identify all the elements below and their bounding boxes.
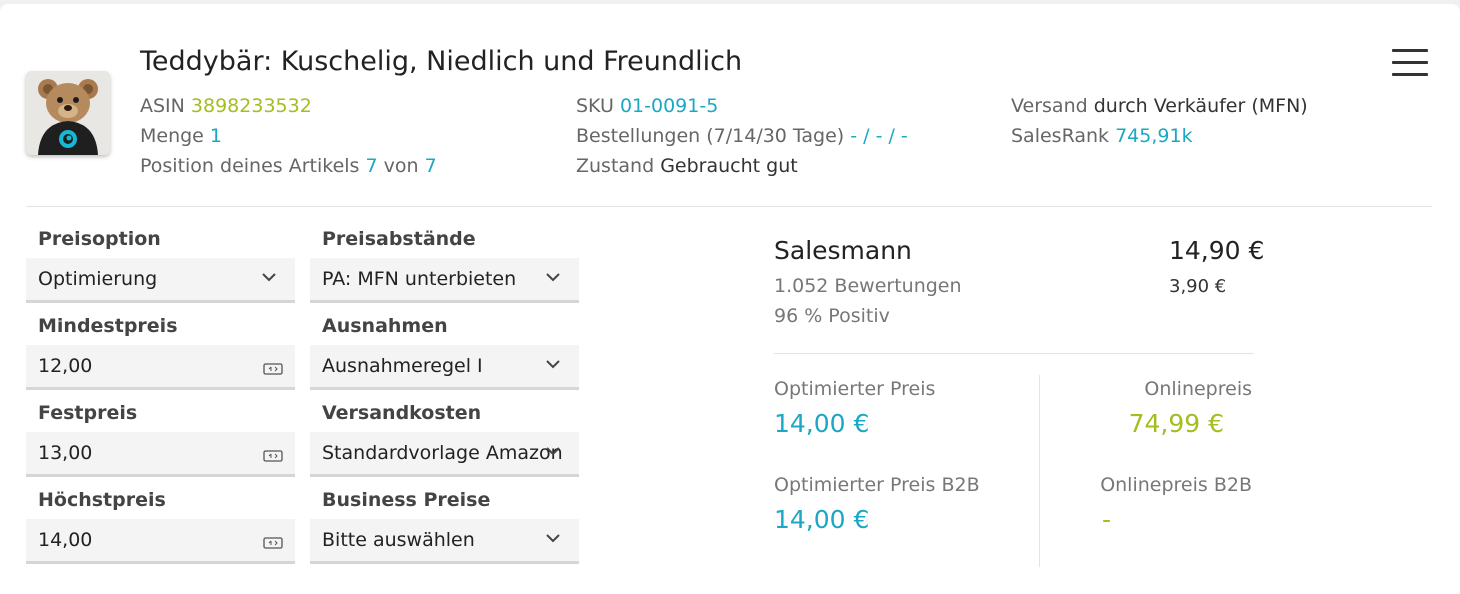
preisabstaende-value: PA: MFN unterbieten [322, 268, 517, 290]
online-price-value: 74,99 € [1128, 409, 1224, 438]
ausnahmen-value: Ausnahmeregel I [322, 355, 483, 377]
condition-value: Gebraucht gut [660, 155, 798, 177]
salesrank-line: SalesRank 745,91k [1011, 125, 1193, 147]
header-divider [26, 206, 1432, 207]
seller-price: 14,90 € [1169, 236, 1265, 265]
shipping-label: Versand [1011, 95, 1088, 117]
business-value: Bitte auswählen [322, 529, 475, 551]
sku-value: 01-0091-5 [619, 95, 719, 117]
chevron-down-icon [546, 534, 560, 543]
position-value: 7 [365, 155, 378, 177]
optimized-price-label: Optimierter Preis [774, 378, 936, 400]
versandkosten-value: Standardvorlage Amazon [322, 442, 563, 464]
asin-label: ASIN [140, 95, 185, 117]
hoechstpreis-input[interactable]: 14,00 [26, 519, 295, 564]
position-line: Position deines Artikels 7 von 7 [140, 155, 437, 177]
ausnahmen-label: Ausnahmen [322, 315, 448, 337]
orders-line: Bestellungen (7/14/30 Tage) - / - / - [576, 125, 908, 147]
preisabstaende-select[interactable]: PA: MFN unterbieten [310, 258, 579, 303]
price-column-divider [1039, 375, 1040, 567]
position-label: Position deines Artikels [140, 155, 360, 177]
mindestpreis-value: 12,00 [38, 355, 93, 377]
menge-label: Menge [140, 125, 204, 147]
ausnahmen-select[interactable]: Ausnahmeregel I [310, 345, 579, 390]
salesrank-value: 745,91k [1115, 125, 1193, 147]
preisoption-label: Preisoption [38, 228, 161, 250]
versandkosten-select[interactable]: Standardvorlage Amazon [310, 432, 579, 477]
teddy-bear-image [26, 71, 110, 155]
sku-line: SKU 01-0091-5 [576, 95, 718, 117]
number-input-icon [263, 450, 283, 462]
preisoption-value: Optimierung [38, 268, 158, 290]
optimized-b2b-price-value: 14,00 € [774, 505, 870, 534]
festpreis-label: Festpreis [38, 402, 138, 424]
online-b2b-price-label: Onlinepreis B2B [1100, 474, 1252, 496]
position-of: von [383, 155, 419, 177]
salesrank-label: SalesRank [1011, 125, 1110, 147]
mindestpreis-label: Mindestpreis [38, 315, 178, 337]
hoechstpreis-label: Höchstpreis [38, 489, 166, 511]
menge-value: 1 [209, 125, 223, 147]
product-image[interactable] [26, 71, 110, 155]
mindestpreis-input[interactable]: 12,00 [26, 345, 295, 390]
number-input-icon [263, 537, 283, 549]
chevron-down-icon [546, 360, 560, 369]
asin-line: ASIN 3898233532 [140, 95, 312, 117]
number-input-icon [263, 363, 283, 375]
festpreis-value: 13,00 [38, 442, 93, 464]
shipping-value: durch Verkäufer (MFN) [1093, 95, 1308, 117]
seller-divider [774, 353, 1254, 354]
chevron-down-icon [546, 447, 560, 456]
shipping-line: Versand durch Verkäufer (MFN) [1011, 95, 1308, 117]
chevron-down-icon [262, 273, 276, 282]
product-title: Teddybär: Kuschelig, Niedlich und Freund… [140, 46, 743, 77]
online-price-label: Onlinepreis [1144, 378, 1252, 400]
hoechstpreis-value: 14,00 [38, 529, 93, 551]
orders-value: - / - / - [850, 125, 908, 147]
preisabstaende-label: Preisabstände [322, 228, 476, 250]
product-card: Teddybär: Kuschelig, Niedlich und Freund… [0, 4, 1460, 594]
optimized-b2b-price-label: Optimierter Preis B2B [774, 474, 980, 496]
condition-label: Zustand [576, 155, 655, 177]
seller-name[interactable]: Salesmann [774, 236, 912, 265]
condition-line: Zustand Gebraucht gut [576, 155, 798, 177]
menge-line: Menge 1 [140, 125, 222, 147]
online-b2b-price-value: - [1102, 505, 1112, 534]
optimized-price-value: 14,00 € [774, 409, 870, 438]
versandkosten-label: Versandkosten [322, 402, 482, 424]
seller-positive: 96 % Positiv [774, 305, 890, 327]
business-label: Business Preise [322, 489, 491, 511]
asin-value[interactable]: 3898233532 [191, 95, 312, 117]
seller-shipping: 3,90 € [1169, 276, 1227, 297]
position-total: 7 [424, 155, 437, 177]
business-select[interactable]: Bitte auswählen [310, 519, 579, 564]
seller-ratings: 1.052 Bewertungen [774, 275, 962, 297]
chevron-down-icon [546, 273, 560, 282]
orders-label: Bestellungen (7/14/30 Tage) [576, 125, 845, 147]
sku-label: SKU [576, 95, 614, 117]
hamburger-menu-icon[interactable] [1392, 49, 1428, 79]
preisoption-select[interactable]: Optimierung [26, 258, 295, 303]
festpreis-input[interactable]: 13,00 [26, 432, 295, 477]
